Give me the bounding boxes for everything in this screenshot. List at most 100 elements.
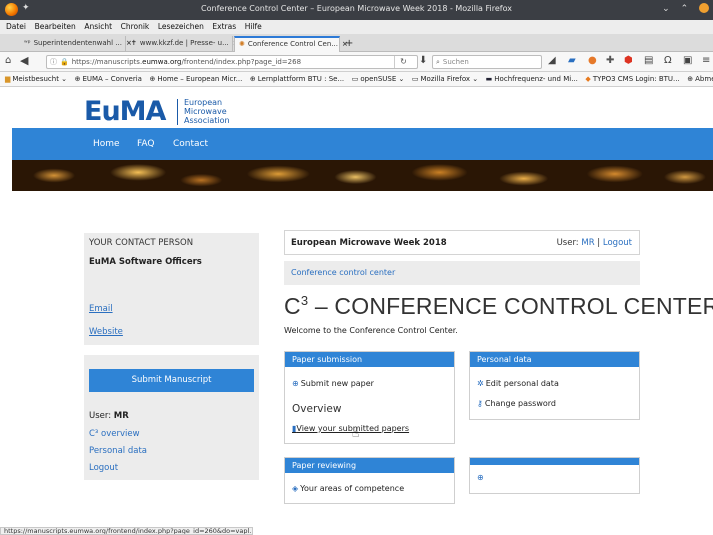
puzzle-icon[interactable]: ✚ bbox=[606, 55, 614, 67]
view-submitted-papers-link[interactable]: ▮View your submitted papers bbox=[292, 424, 409, 433]
tab-kkzf[interactable]: ✝www.kkzf.de | Presse- u...× bbox=[127, 36, 239, 52]
page-title: C3 – CONFERENCE CONTROL CENTER bbox=[284, 293, 713, 319]
submit-new-paper-link[interactable]: ⊕ Submit new paper bbox=[292, 379, 374, 388]
c3-overview-link[interactable]: C³ overview bbox=[89, 429, 140, 439]
globe-icon: ⊕ bbox=[687, 75, 694, 83]
folder-icon: ▆ bbox=[5, 75, 11, 83]
paper-submission-heading: Paper submission bbox=[285, 352, 454, 367]
menu-extras[interactable]: Extras bbox=[212, 20, 236, 34]
navigation-toolbar: ⌂ ◀ ⓘ 🔒 https://manuscripts.eumwa.org/fron… bbox=[0, 52, 713, 72]
personal-data-heading: Personal data bbox=[470, 352, 639, 367]
paper-submission-card: Paper submission ⊕ Submit new paper Overv… bbox=[284, 351, 455, 444]
nav-home[interactable]: Home bbox=[93, 139, 120, 149]
key-icon: ⚷ bbox=[477, 399, 483, 408]
status-bar: https://manuscripts.eumwa.org/frontend/i… bbox=[0, 527, 253, 535]
menu-lesezeichen[interactable]: Lesezeichen bbox=[158, 20, 204, 34]
tab-bar: ʷᵖ Superintendentenwahl ... × ✝ www.kkzf.de… bbox=[0, 34, 713, 52]
search-input[interactable]: ⌕ Suchen bbox=[432, 55, 542, 69]
bookmarks-toolbar: ▆ Meistbesucht ⌄ ⊕ EUMA – Converia ⊕ Home –… bbox=[0, 72, 713, 87]
header-banner-image bbox=[12, 160, 713, 191]
extra-card-heading bbox=[470, 458, 639, 465]
overview-heading: Overview bbox=[292, 403, 342, 415]
main-navigation: Home FAQ Contact bbox=[12, 128, 713, 160]
bookmark-hochfrequenz[interactable]: ▬ Hochfrequenz- und Mi... bbox=[485, 72, 578, 86]
contact-person-panel: YOUR CONTACT PERSON EuMA Software Office… bbox=[84, 233, 259, 345]
plus-circle-icon: ⊕ bbox=[292, 379, 299, 388]
folder-icon: ▭ bbox=[411, 75, 419, 83]
breadcrumb-link[interactable]: Conference control center bbox=[291, 268, 395, 277]
menu-bearbeiten[interactable]: Bearbeiten bbox=[35, 20, 76, 34]
window-controls: ⌄ ⌃ bbox=[654, 3, 709, 14]
extension-orange-icon[interactable]: ● bbox=[588, 55, 597, 67]
cross-icon: ✝ bbox=[131, 39, 137, 47]
web-page: EuMA European Microwave Association Home… bbox=[0, 87, 713, 527]
close-window-icon[interactable] bbox=[699, 3, 709, 13]
user-line: User: MR bbox=[89, 411, 129, 421]
personal-data-card: Personal data ✲ Edit personal data ⚷ Chang… bbox=[469, 351, 640, 420]
personal-data-link[interactable]: Personal data bbox=[89, 446, 147, 456]
header-user-link[interactable]: MR bbox=[581, 238, 594, 248]
extension-badge-icon[interactable]: ▰ bbox=[568, 55, 576, 67]
tile-icon: ▬ bbox=[485, 75, 493, 83]
menu-ansicht[interactable]: Ansicht bbox=[84, 20, 112, 34]
hamburger-menu-icon[interactable]: ≡ bbox=[702, 55, 710, 67]
menu-hilfe[interactable]: Hilfe bbox=[245, 20, 262, 34]
bookmark-abmelden[interactable]: ⊕Abmelden bbox=[687, 72, 713, 86]
folder-icon: ▭ bbox=[351, 75, 359, 83]
bookmark-opensuse[interactable]: ▭ openSUSE ⌄ bbox=[351, 72, 405, 86]
edit-personal-data-link[interactable]: ✲ Edit personal data bbox=[477, 379, 559, 388]
home-icon[interactable]: ⌂ bbox=[5, 55, 11, 67]
header-user: User: MR | Logout bbox=[556, 238, 632, 248]
sync-icon[interactable]: Ω bbox=[664, 55, 672, 67]
nav-contact[interactable]: Contact bbox=[173, 139, 208, 149]
maximize-icon[interactable]: ⌃ bbox=[681, 4, 689, 14]
back-icon[interactable]: ◀ bbox=[20, 55, 28, 67]
reader-icon[interactable]: ▤ bbox=[644, 55, 653, 67]
event-header: European Microwave Week 2018 User: MR | … bbox=[284, 230, 640, 255]
bookmark-lernplattform[interactable]: ⊕ Lernplattform BTU : Se... bbox=[249, 72, 344, 86]
bookmark-home-european[interactable]: ⊕ Home – European Micr... bbox=[149, 72, 243, 86]
bookmark-typo3[interactable]: ◆ TYPO3 CMS Login: BTU... bbox=[585, 72, 679, 86]
menu-datei[interactable]: Datei bbox=[6, 20, 26, 34]
submit-manuscript-button[interactable]: Submit Manuscript bbox=[89, 369, 254, 392]
tab-superintendentenwahl[interactable]: ʷᵖ Superintendentenwahl ... × bbox=[20, 36, 132, 52]
minimize-icon[interactable]: ⌄ bbox=[662, 4, 670, 14]
paper-reviewing-card: Paper reviewing ◈ Your areas of competenc… bbox=[284, 457, 455, 504]
globe-icon: ⊕ bbox=[249, 75, 256, 83]
pocket-icon[interactable]: ◢ bbox=[548, 55, 556, 67]
window-titlebar: ✦ Conference Control Center – European M… bbox=[0, 0, 713, 20]
globe-icon: ⊕ bbox=[74, 75, 81, 83]
download-icon[interactable]: ⬇ bbox=[419, 55, 427, 67]
paper-reviewing-heading: Paper reviewing bbox=[285, 458, 454, 473]
search-icon: ⌕ bbox=[436, 58, 440, 66]
bookmark-euma-converia[interactable]: ⊕ EUMA – Converia bbox=[74, 72, 142, 86]
plus-circle-icon: ⊕ bbox=[477, 473, 484, 482]
tag-icon: ◈ bbox=[292, 484, 299, 493]
contact-name: EuMA Software Officers bbox=[89, 257, 202, 267]
user-panel: Submit Manuscript User: MR C³ overview P… bbox=[84, 355, 259, 480]
areas-of-competence-link[interactable]: ◈ Your areas of competence bbox=[292, 484, 404, 493]
tab-conference-control-center[interactable]: ✺ Conference Control Cen... × bbox=[234, 36, 348, 52]
gear-icon: ✲ bbox=[477, 379, 484, 388]
url-bar[interactable]: ⓘ 🔒 https://manuscripts.eumwa.org/frontend… bbox=[46, 55, 418, 69]
contact-email-link[interactable]: Email bbox=[89, 304, 113, 314]
logo-wordmark: EuMA bbox=[84, 96, 166, 127]
bookmark-mozilla-firefox[interactable]: ▭ Mozilla Firefox ⌄ bbox=[411, 72, 478, 86]
menu-chronik[interactable]: Chronik bbox=[121, 20, 150, 34]
logout-link[interactable]: Logout bbox=[89, 463, 118, 473]
contact-website-link[interactable]: Website bbox=[89, 327, 123, 337]
change-password-link[interactable]: ⚷ Change password bbox=[477, 399, 556, 408]
globe-icon: ⊕ bbox=[149, 75, 156, 83]
nav-faq[interactable]: FAQ bbox=[137, 139, 154, 149]
extra-card-link[interactable]: ⊕ bbox=[477, 473, 486, 482]
bookmark-meistbesucht[interactable]: ▆ Meistbesucht ⌄ bbox=[5, 72, 67, 86]
header-logout-link[interactable]: Logout bbox=[603, 238, 632, 248]
welcome-text: Welcome to the Conference Control Center… bbox=[284, 326, 458, 335]
sidebar-toggle-icon[interactable]: ▣ bbox=[683, 55, 692, 67]
new-tab-button[interactable]: + bbox=[341, 36, 357, 52]
window-title: Conference Control Center – European Mic… bbox=[201, 4, 512, 13]
adblock-icon[interactable]: ⬢ bbox=[624, 55, 633, 67]
info-icon[interactable]: ⓘ bbox=[50, 58, 57, 66]
reload-icon[interactable]: ↻ bbox=[394, 56, 412, 68]
spinner-icon: ✺ bbox=[239, 40, 245, 48]
